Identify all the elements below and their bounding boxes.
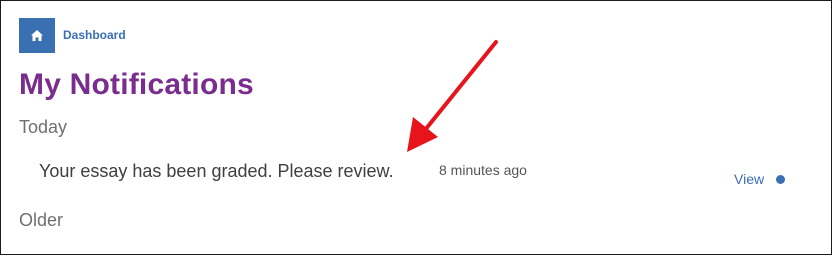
home-icon xyxy=(31,30,43,41)
page-title: My Notifications xyxy=(19,68,254,101)
breadcrumb-dashboard-link[interactable]: Dashboard xyxy=(63,28,126,42)
group-label-older: Older xyxy=(19,210,64,230)
unread-indicator xyxy=(776,175,785,184)
notifications-window: Dashboard My Notifications Today Your es… xyxy=(0,0,832,255)
notification-timestamp: 8 minutes ago xyxy=(439,162,527,178)
home-button[interactable] xyxy=(19,18,55,53)
notification-message: Your essay has been graded. Please revie… xyxy=(39,161,394,181)
view-notification-link[interactable]: View xyxy=(734,170,764,188)
group-label-today: Today xyxy=(19,117,68,137)
